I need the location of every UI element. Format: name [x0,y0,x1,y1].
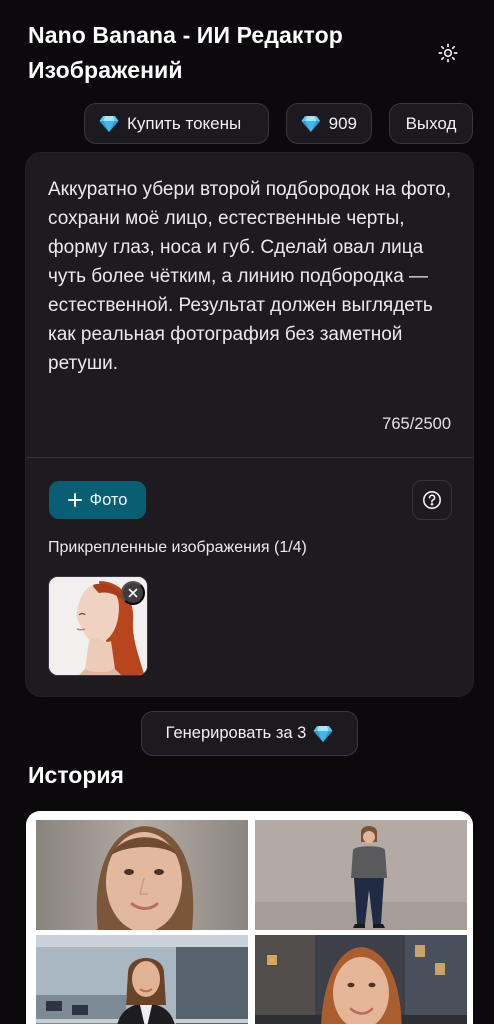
history-item[interactable] [255,935,467,1024]
add-photo-button[interactable]: Фото [49,481,146,519]
history-item[interactable] [36,935,248,1024]
history-item[interactable] [255,820,467,930]
token-balance-value: 909 [328,113,357,133]
history-title: История [28,762,124,788]
generate-button[interactable]: Генерировать за 3 [141,711,358,756]
buy-tokens-label: Купить токены [127,113,242,133]
editor-card: Аккуратно убери второй подбородок на фот… [25,152,474,697]
history-image [255,820,467,930]
history-item[interactable] [36,820,248,930]
help-icon [423,491,441,509]
help-button[interactable] [412,480,452,520]
logout-button[interactable]: Выход [389,103,473,144]
divider [26,457,473,458]
prompt-textarea[interactable]: Аккуратно убери второй подбородок на фот… [48,175,458,378]
history-image [36,935,248,1024]
gem-icon [301,115,321,132]
close-icon [128,588,138,598]
plus-icon [67,493,82,507]
history-grid [26,811,473,1024]
history-image [255,935,467,1024]
theme-toggle-button[interactable] [433,38,463,68]
generate-label: Генерировать за 3 [165,724,307,742]
buy-tokens-button[interactable]: Купить токены [84,103,269,144]
add-photo-label: Фото [89,490,128,509]
sun-icon [438,43,458,63]
header: Nano Banana - ИИ Редактор Изображений [28,18,468,88]
remove-attachment-button[interactable] [121,581,145,605]
gem-icon [313,725,333,742]
toolbar: Купить токены 909 Выход [84,103,473,144]
token-balance: 909 [286,103,372,144]
gem-icon [99,115,119,132]
app-title: Nano Banana - ИИ Редактор Изображений [28,22,343,83]
app-root: Nano Banana - ИИ Редактор Изображений Ку… [0,0,494,1024]
attached-images-label: Прикрепленные изображения (1/4) [48,539,307,556]
history-image [36,820,248,930]
char-counter: 765/2500 [382,415,451,433]
